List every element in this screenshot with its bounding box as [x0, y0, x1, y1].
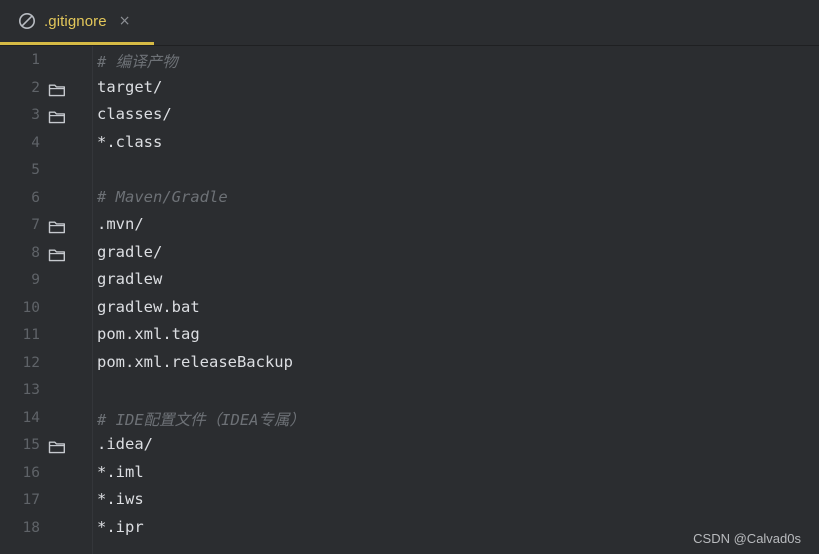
code-text: .idea/: [97, 435, 153, 453]
code-line[interactable]: 12 pom.xml.releaseBackup: [0, 350, 819, 378]
code-line[interactable]: 6 # Maven/Gradle: [0, 185, 819, 213]
code-line[interactable]: 4 *.class: [0, 130, 819, 158]
line-number: 15: [22, 437, 40, 453]
code-text: pom.xml.tag: [97, 325, 200, 343]
code-line[interactable]: 13: [0, 377, 819, 405]
code-line[interactable]: 2 target/: [0, 75, 819, 103]
line-number: 9: [31, 272, 40, 288]
line-number: 12: [22, 354, 40, 371]
code-line[interactable]: 17 *.iws: [0, 487, 819, 515]
folder-icon: [48, 109, 66, 124]
folder-icon: [48, 247, 66, 261]
tab-gitignore[interactable]: .gitignore ×: [0, 0, 154, 45]
code-line[interactable]: 11 pom.xml.tag: [0, 322, 819, 350]
code-text: classes/: [97, 105, 172, 123]
code-line[interactable]: 3 classes/: [0, 102, 819, 130]
line-number: 6: [31, 189, 40, 206]
code-text: gradlew.bat: [97, 297, 200, 316]
code-line[interactable]: 1 # 编译产物: [0, 47, 819, 75]
line-number: 1: [31, 52, 40, 68]
code-comment: # 编译产物: [97, 53, 178, 71]
line-number: 14: [22, 409, 40, 426]
editor-tab-bar: .gitignore ×: [0, 0, 819, 46]
code-line[interactable]: 7 .mvn/: [0, 212, 819, 240]
line-number: 18: [22, 519, 40, 536]
code-text: target/: [97, 77, 163, 96]
code-comment: # Maven/Gradle: [97, 187, 228, 206]
code-text: *.iws: [97, 490, 144, 508]
code-text: gradle/: [97, 242, 163, 261]
code-comment: # IDE配置文件（IDEA专属）: [97, 410, 305, 429]
code-line[interactable]: 16 *.iml: [0, 460, 819, 488]
line-number: 7: [31, 217, 40, 233]
folder-icon: [48, 82, 66, 96]
folder-icon: [48, 219, 66, 234]
line-number: 8: [31, 244, 40, 261]
line-number: 17: [22, 492, 40, 508]
line-number: 16: [22, 464, 40, 481]
code-line[interactable]: 15 .idea/: [0, 432, 819, 460]
tab-label: .gitignore: [44, 12, 107, 30]
ignored-file-icon: [18, 12, 36, 30]
line-number: 10: [22, 299, 40, 316]
code-text: pom.xml.releaseBackup: [97, 352, 293, 371]
code-line[interactable]: 5: [0, 157, 819, 185]
code-text: *.class: [97, 132, 163, 151]
code-text: gradlew: [97, 270, 163, 288]
code-line[interactable]: 14 # IDE配置文件（IDEA专属）: [0, 405, 819, 433]
close-icon[interactable]: ×: [119, 14, 131, 28]
code-text: *.ipr: [97, 517, 144, 536]
code-text: *.iml: [97, 462, 144, 481]
code-line[interactable]: 10 gradlew.bat: [0, 295, 819, 323]
code-line[interactable]: 9 gradlew: [0, 267, 819, 295]
folder-icon: [48, 439, 66, 454]
watermark: CSDN @Calvad0s: [693, 531, 801, 546]
line-number: 13: [22, 382, 40, 398]
code-editor[interactable]: 1 # 编译产物 2 target/3 classes/4 *.class 5 6 # Mave…: [0, 46, 819, 554]
code-line[interactable]: 8 gradle/: [0, 240, 819, 268]
code-text: .mvn/: [97, 215, 144, 233]
line-number: 5: [31, 162, 40, 178]
line-number: 3: [31, 107, 40, 123]
line-number: 2: [31, 79, 40, 96]
line-number: 11: [22, 327, 40, 343]
line-number: 4: [31, 134, 40, 151]
